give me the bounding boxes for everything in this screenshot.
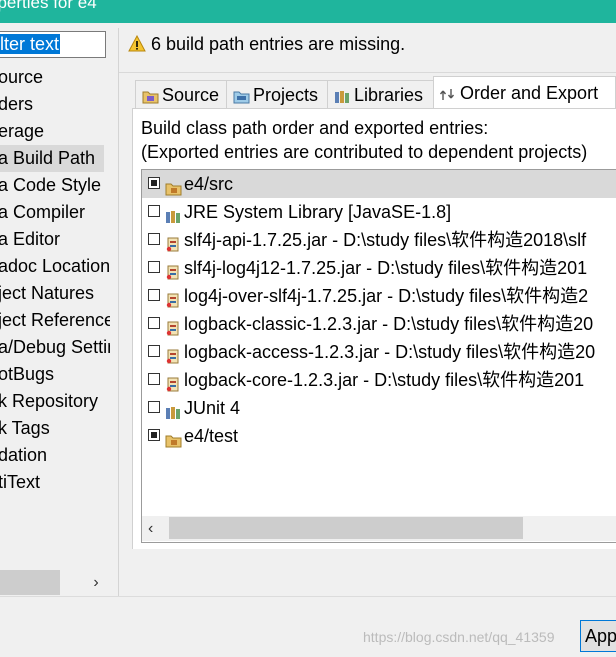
order-export-icon: [439, 89, 455, 100]
pane-divider[interactable]: [118, 28, 119, 596]
apply-button[interactable]: App: [580, 620, 616, 652]
classpath-entry-label: e4/test: [184, 426, 239, 446]
classpath-entry-row[interactable]: e4/src: [142, 170, 616, 198]
list-scroll-thumb[interactable]: [169, 517, 523, 539]
tree-item[interactable]: ource: [0, 64, 110, 91]
classpath-entry-row[interactable]: slf4j-log4j12-1.7.25.jar - D:\study file…: [142, 254, 616, 282]
tree-item[interactable]: adoc Location: [0, 253, 110, 280]
tree-item[interactable]: a Build Path: [0, 145, 104, 172]
export-checkbox[interactable]: [148, 429, 160, 441]
classpath-entry-label: logback-access-1.2.3.jar - D:\study file…: [184, 342, 596, 362]
panel-description: Build class path order and exported entr…: [141, 116, 587, 164]
classpath-entry-label: JRE System Library [JavaSE-1.8]: [184, 202, 452, 222]
tree-item[interactable]: ject References: [0, 307, 110, 334]
tabs-divider: [119, 72, 616, 73]
filter-input-text: lter text: [0, 34, 61, 54]
tree-item[interactable]: dation: [0, 442, 110, 469]
footer-divider: [0, 596, 616, 597]
tab-order-and-export[interactable]: Order and Export: [433, 76, 616, 109]
tab-projects-label: Projects: [253, 85, 319, 105]
tab-libraries[interactable]: Libraries: [327, 80, 434, 108]
export-checkbox[interactable]: [148, 205, 160, 217]
sidebar-horizontal-scrollbar[interactable]: ›: [0, 570, 110, 595]
classpath-entries-list[interactable]: e4/src JRE System Library [JavaSE-1.8] slf…: [141, 169, 616, 543]
classpath-entry-row[interactable]: logback-classic-1.2.3.jar - D:\study fil…: [142, 310, 616, 338]
export-checkbox[interactable]: [148, 233, 160, 245]
tree-item[interactable]: k Tags: [0, 415, 110, 442]
tree-item[interactable]: a Compiler: [0, 199, 110, 226]
classpath-entry-row[interactable]: slf4j-api-1.7.25.jar - D:\study files\软件…: [142, 226, 616, 254]
classpath-entry-label: logback-classic-1.2.3.jar - D:\study fil…: [184, 314, 594, 334]
tree-item[interactable]: erage: [0, 118, 110, 145]
tab-source[interactable]: Source: [135, 80, 227, 108]
tab-source-label: Source: [162, 85, 220, 105]
watermark: https://blog.csdn.net/qq_41359: [363, 629, 555, 645]
source-folder-icon: [142, 91, 159, 104]
export-checkbox[interactable]: [148, 177, 160, 189]
classpath-entry-label: log4j-over-slf4j-1.7.25.jar - D:\study f…: [184, 286, 589, 306]
filter-input[interactable]: lter text: [0, 31, 106, 58]
tree-item[interactable]: otBugs: [0, 361, 110, 388]
warning-text: 6 build path entries are missing.: [151, 34, 406, 54]
classpath-entry-row[interactable]: JUnit 4: [142, 394, 616, 422]
export-checkbox[interactable]: [148, 401, 160, 413]
classpath-entry-label: slf4j-log4j12-1.7.25.jar - D:\study file…: [184, 258, 588, 278]
preference-tree: ource ders erage a Build Path a Code Style a …: [0, 64, 118, 496]
missing-entries-warning: 6 build path entries are missing.: [128, 32, 405, 56]
list-horizontal-scrollbar[interactable]: ‹: [142, 516, 616, 541]
tree-item[interactable]: tiText: [0, 469, 110, 496]
classpath-entry-row[interactable]: JRE System Library [JavaSE-1.8]: [142, 198, 616, 226]
library-icon: [335, 91, 349, 103]
classpath-entry-label: slf4j-api-1.7.25.jar - D:\study files\软件…: [184, 230, 587, 250]
tree-item[interactable]: k Repository: [0, 388, 110, 415]
export-checkbox[interactable]: [148, 261, 160, 273]
classpath-entry-label: logback-core-1.2.3.jar - D:\study files\…: [184, 370, 585, 390]
tree-item[interactable]: ders: [0, 91, 110, 118]
tree-item[interactable]: a/Debug Settings: [0, 334, 110, 361]
package-folder-icon: [165, 428, 182, 456]
sidebar-scroll-thumb[interactable]: [0, 570, 60, 595]
chevron-right-icon[interactable]: ›: [86, 570, 106, 595]
tree-item[interactable]: a Code Style: [0, 172, 110, 199]
description-line-1: Build class path order and exported entr…: [141, 118, 489, 138]
classpath-entry-label: JUnit 4: [184, 398, 241, 418]
tree-item[interactable]: ject Natures: [0, 280, 110, 307]
export-checkbox[interactable]: [148, 345, 160, 357]
tab-projects[interactable]: Projects: [226, 80, 328, 108]
classpath-entry-row[interactable]: logback-core-1.2.3.jar - D:\study files\…: [142, 366, 616, 394]
window-titlebar: operties for e4: [0, 0, 616, 23]
description-line-2: (Exported entries are contributed to dep…: [141, 142, 588, 162]
classpath-entry-label: e4/src: [184, 174, 234, 194]
classpath-entry-row[interactable]: log4j-over-slf4j-1.7.25.jar - D:\study f…: [142, 282, 616, 310]
project-icon: [233, 91, 250, 104]
classpath-entry-row[interactable]: e4/test: [142, 422, 616, 450]
tab-libraries-label: Libraries: [354, 85, 424, 105]
export-checkbox[interactable]: [148, 289, 160, 301]
warning-icon: [128, 35, 146, 52]
tree-item[interactable]: a Editor: [0, 226, 110, 253]
window-title: operties for e4: [0, 0, 97, 12]
chevron-left-icon[interactable]: ‹: [148, 516, 153, 541]
export-checkbox[interactable]: [148, 317, 160, 329]
classpath-entry-row[interactable]: logback-access-1.2.3.jar - D:\study file…: [142, 338, 616, 366]
export-checkbox[interactable]: [148, 373, 160, 385]
tab-order-and-export-label: Order and Export: [460, 83, 599, 103]
